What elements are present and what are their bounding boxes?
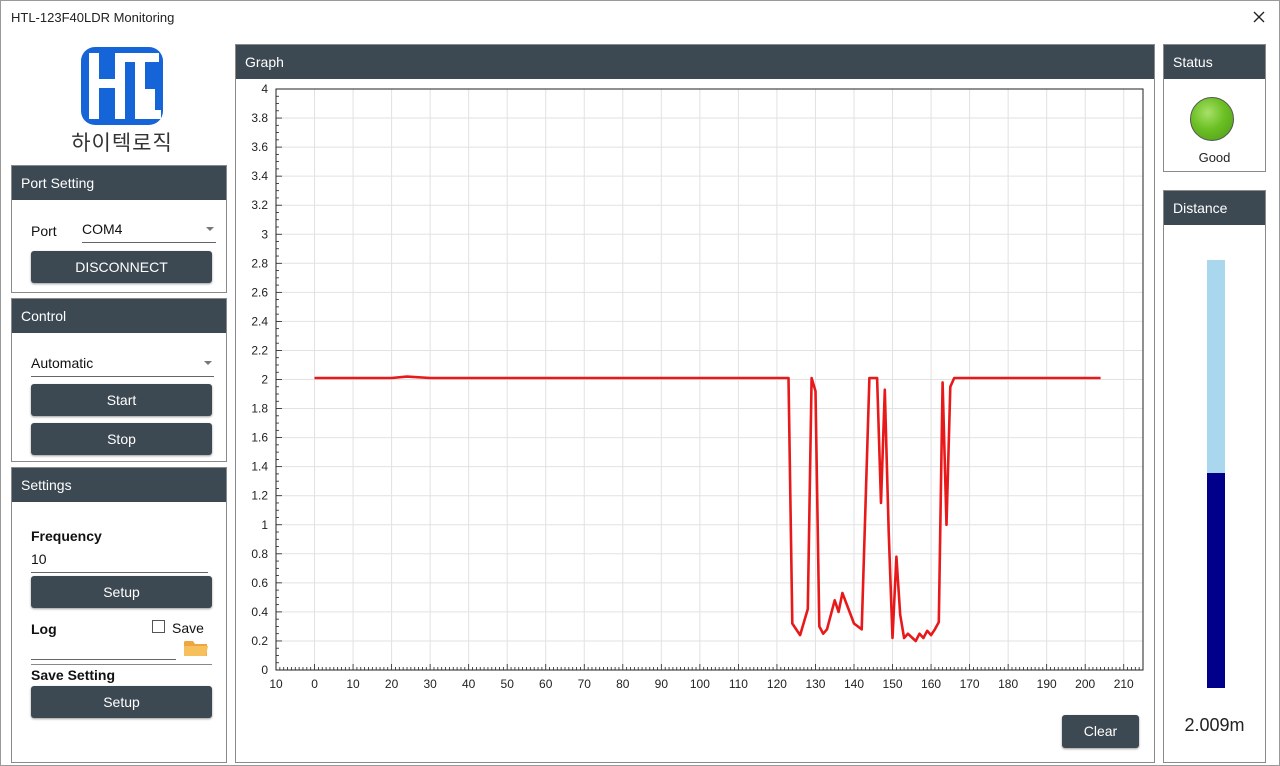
y-tick-label: 1.8 — [251, 402, 268, 416]
settings-header: Settings — [12, 468, 226, 502]
chevron-down-icon — [204, 361, 212, 365]
distance-header: Distance — [1164, 191, 1265, 225]
status-indicator-icon — [1190, 97, 1234, 141]
y-tick-label: 2.4 — [251, 314, 268, 328]
y-tick-label: 1.2 — [251, 489, 268, 503]
x-tick-label: 30 — [423, 677, 437, 691]
y-tick-label: 0.2 — [251, 634, 268, 648]
distance-bar-fill — [1207, 473, 1225, 688]
x-tick-label: 210 — [1114, 677, 1134, 691]
y-tick-label: 1.4 — [251, 460, 268, 474]
x-tick-label: 10 — [269, 677, 283, 691]
frequency-value: 10 — [31, 551, 47, 567]
save-setting-divider — [31, 664, 212, 665]
x-tick-label: 40 — [462, 677, 476, 691]
settings-panel: Settings Frequency 10 Setup Log Save Sav… — [11, 467, 227, 763]
graph-panel: Graph 10 0 10 20 30 40 50 60 70 80 90 100 110 120 130 1… — [235, 44, 1155, 763]
y-tick-label: 0.4 — [251, 605, 268, 619]
control-panel: Control Automatic Start Stop — [11, 298, 227, 462]
x-tick-label: 90 — [655, 677, 669, 691]
disconnect-button[interactable]: DISCONNECT — [31, 251, 212, 283]
save-setting-label: Save Setting — [31, 667, 116, 683]
y-tick-label: 2.2 — [251, 343, 268, 357]
frequency-label: Frequency — [31, 528, 102, 544]
status-panel: Status Good — [1163, 44, 1266, 172]
status-text: Good — [1198, 150, 1231, 165]
port-label: Port — [31, 223, 57, 239]
x-tick-label: 80 — [616, 677, 630, 691]
y-tick-label: 3.8 — [251, 111, 268, 125]
x-tick-label: 140 — [844, 677, 864, 691]
y-tick-label: 0 — [261, 663, 268, 677]
save-checkbox[interactable] — [152, 620, 165, 633]
window-title: HTL-123F40LDR Monitoring — [11, 10, 175, 25]
x-tick-label: 170 — [960, 677, 980, 691]
y-tick-label: 3 — [261, 227, 268, 241]
port-select-value: COM4 — [82, 221, 123, 237]
folder-icon[interactable] — [183, 638, 209, 658]
status-header: Status — [1164, 45, 1265, 79]
x-tick-label: 130 — [805, 677, 825, 691]
logo-mark-icon — [81, 47, 163, 125]
clear-button[interactable]: Clear — [1062, 715, 1139, 748]
distance-bar — [1207, 260, 1225, 688]
log-path-input[interactable] — [31, 640, 176, 660]
x-tick-label: 200 — [1075, 677, 1095, 691]
y-tick-label: 0.6 — [251, 576, 268, 590]
x-tick-label: 60 — [539, 677, 553, 691]
port-select[interactable]: COM4 — [82, 221, 216, 243]
stop-button[interactable]: Stop — [31, 423, 212, 455]
company-logo: 하이텍로직 — [67, 45, 177, 155]
x-tick-label: 10 — [346, 677, 360, 691]
chevron-down-icon — [206, 227, 214, 231]
y-tick-label: 1 — [261, 518, 268, 532]
save-setting-setup-button[interactable]: Setup — [31, 686, 212, 718]
x-tick-label: 70 — [578, 677, 592, 691]
x-tick-label: 50 — [501, 677, 515, 691]
y-tick-label: 3.6 — [251, 140, 268, 154]
x-tick-label: 150 — [883, 677, 903, 691]
title-bar: HTL-123F40LDR Monitoring — [1, 1, 1279, 33]
logo-text: 하이텍로직 — [71, 131, 173, 155]
x-tick-label: 180 — [998, 677, 1018, 691]
y-tick-label: 0.8 — [251, 547, 268, 561]
distance-panel: Distance 2.009m — [1163, 190, 1266, 763]
frequency-setup-button[interactable]: Setup — [31, 576, 212, 608]
y-tick-label: 2 — [261, 373, 268, 387]
x-tick-label: 100 — [690, 677, 710, 691]
y-tick-label: 3.2 — [251, 198, 268, 212]
x-tick-label: 120 — [767, 677, 787, 691]
x-tick-label: 190 — [1037, 677, 1057, 691]
x-tick-label: 110 — [729, 677, 748, 691]
mode-select[interactable]: Automatic — [31, 355, 214, 377]
frequency-input[interactable]: 10 — [31, 551, 208, 573]
line-chart: 10 0 10 20 30 40 50 60 70 80 90 100 110 120 130 140 150 1… — [251, 82, 1144, 691]
mode-select-value: Automatic — [31, 355, 94, 371]
y-tick-label: 2.8 — [251, 256, 268, 270]
y-tick-label: 1.6 — [251, 431, 268, 445]
x-tick-label: 0 — [311, 677, 318, 691]
y-tick-label: 2.6 — [251, 285, 268, 299]
port-setting-panel: Port Setting Port COM4 DISCONNECT — [11, 165, 227, 293]
control-header: Control — [12, 299, 226, 333]
start-button[interactable]: Start — [31, 384, 212, 416]
log-label: Log — [31, 621, 57, 637]
y-tick-label: 4 — [261, 82, 268, 96]
y-tick-label: 3.4 — [251, 169, 268, 183]
close-icon[interactable] — [1247, 5, 1271, 29]
save-label: Save — [172, 620, 204, 636]
app-window: HTL-123F40LDR Monitoring 하이텍로직 Port Sett… — [0, 0, 1280, 766]
x-tick-label: 20 — [385, 677, 399, 691]
distance-value: 2.009m — [1184, 715, 1245, 735]
x-tick-label: 160 — [921, 677, 941, 691]
port-setting-header: Port Setting — [12, 166, 226, 200]
